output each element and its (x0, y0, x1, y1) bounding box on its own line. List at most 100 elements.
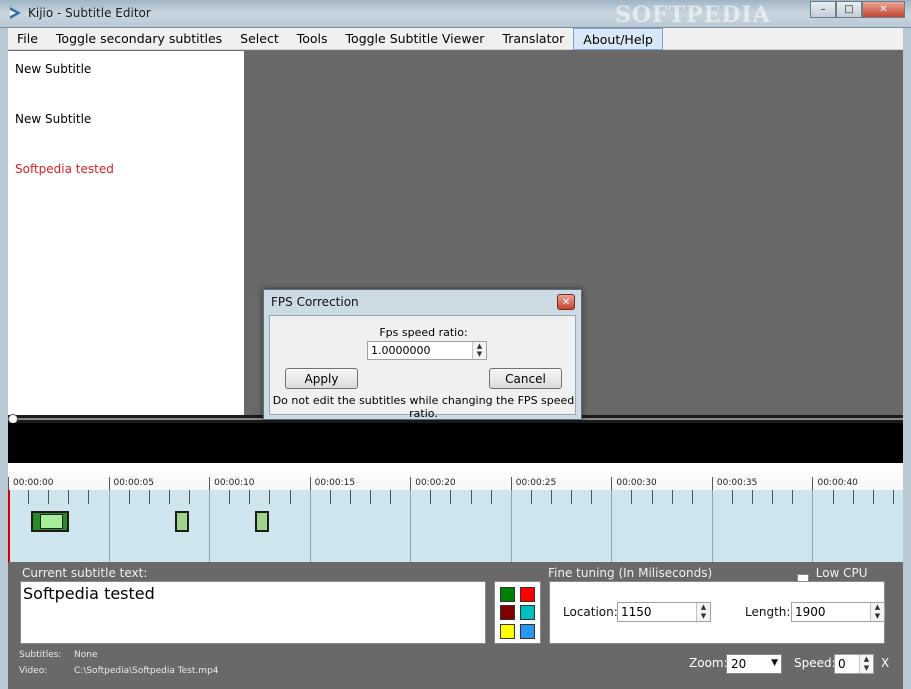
timeline-major-tick (812, 477, 814, 490)
timeline-minor-tick (48, 490, 50, 504)
length-stepper[interactable]: 1900 ▲ ▼ (791, 602, 885, 622)
timeline-minor-tick (571, 490, 573, 504)
audio-waveform-area (8, 423, 903, 463)
location-label: Location: (563, 605, 618, 619)
fps-ratio-value: 1.0000000 (371, 344, 431, 357)
timeline-minor-tick (490, 490, 492, 504)
timeline-gridline (108, 490, 110, 562)
zoom-select[interactable]: 20 ▼ (726, 654, 782, 674)
timeline-subtitle-block[interactable] (174, 511, 189, 532)
timeline-label: 00:00:20 (415, 478, 456, 488)
subtitle-list-item[interactable]: New Subtitle (15, 112, 91, 126)
current-subtitle-textbox[interactable]: Softpedia tested (20, 581, 486, 644)
subtitle-list-item[interactable]: New Subtitle (15, 62, 91, 76)
timeline-minor-tick (329, 490, 331, 504)
timeline-major-tick (611, 477, 613, 490)
dialog-close-button[interactable]: ✕ (557, 294, 575, 310)
timeline-minor-tick (631, 490, 633, 504)
speed-stepper[interactable]: 0 ▲ ▼ (834, 654, 874, 674)
speed-value: 0 (838, 657, 846, 671)
color-swatch-yellow[interactable] (500, 624, 515, 639)
subtitle-list[interactable]: New Subtitle New Subtitle Softpedia test… (8, 51, 244, 415)
timeline-minor-tick (229, 490, 231, 504)
timeline-gridline (711, 490, 713, 562)
timeline-gridline (812, 490, 814, 562)
timeline-ruler: 00:00:00 00:00:05 00:00:10 00:00:15 00:00:20… (8, 463, 903, 490)
title-bar: Kijio - Subtitle Editor SOFTPEDIA – □ ✕ (0, 0, 911, 28)
timeline-gridline (510, 490, 512, 562)
color-swatch-maroon[interactable] (500, 605, 515, 620)
timeline-major-tick (108, 477, 110, 490)
color-swatch-teal[interactable] (520, 605, 535, 620)
length-stepper-arrows[interactable]: ▲ ▼ (870, 603, 884, 621)
timeline[interactable]: 00:00:00 00:00:05 00:00:10 00:00:15 00:00:20… (8, 463, 903, 562)
timeline-label: 00:00:05 (113, 478, 154, 488)
maximize-button[interactable]: □ (836, 1, 862, 18)
app-logo-icon (10, 7, 21, 19)
subtitles-file-label: Subtitles: (19, 650, 62, 660)
timeline-minor-tick (168, 490, 170, 504)
location-value: 1150 (621, 605, 652, 619)
length-value: 1900 (795, 605, 826, 619)
menu-select[interactable]: Select (231, 28, 288, 50)
fine-tuning-panel: Location: 1150 ▲ ▼ Length: 1900 ▲ ▼ (549, 581, 885, 644)
timeline-major-tick (309, 477, 311, 490)
apply-button[interactable]: Apply (285, 368, 358, 389)
timeline-minor-tick (88, 490, 90, 504)
timeline-gridline (309, 490, 311, 562)
menu-toggle-secondary-subtitles[interactable]: Toggle secondary subtitles (47, 28, 231, 50)
color-swatch-green[interactable] (500, 587, 515, 602)
timeline-major-tick (510, 477, 512, 490)
timeline-minor-tick (370, 490, 372, 504)
menu-about-help[interactable]: About/Help (573, 28, 663, 50)
fps-ratio-stepper-arrows[interactable]: ▲ ▼ (472, 342, 486, 359)
dialog-warning-note: Do not edit the subtitles while changing… (272, 394, 575, 420)
location-stepper-arrows[interactable]: ▲ ▼ (696, 603, 710, 621)
speed-stepper-arrows[interactable]: ▲ ▼ (859, 655, 873, 673)
menu-tools[interactable]: Tools (288, 28, 337, 50)
timeline-label: 00:00:30 (616, 478, 657, 488)
color-swatch-blue[interactable] (520, 624, 535, 639)
timeline-label: 00:00:00 (13, 478, 54, 488)
timeline-minor-tick (189, 490, 190, 504)
color-palette (494, 581, 541, 644)
fps-ratio-stepper[interactable]: 1.0000000 ▲ ▼ (367, 341, 487, 360)
zoom-label: Zoom: (689, 656, 728, 670)
window-frame-right (903, 28, 911, 689)
timeline-major-tick (410, 477, 412, 490)
bottom-panel: Current subtitle text: Softpedia tested … (8, 562, 903, 689)
fps-ratio-label: Fps speed ratio: (379, 326, 468, 339)
timeline-minor-tick (591, 490, 593, 504)
chevron-down-icon: ▼ (771, 658, 778, 668)
menu-translator[interactable]: Translator (493, 28, 573, 50)
playhead[interactable] (8, 490, 10, 562)
timeline-label: 00:00:25 (515, 478, 557, 488)
timeline-minor-tick (551, 490, 553, 504)
menu-file[interactable]: File (8, 28, 47, 50)
timeline-track[interactable] (8, 490, 903, 562)
timeline-minor-tick (852, 490, 854, 504)
menu-toggle-subtitle-viewer[interactable]: Toggle Subtitle Viewer (337, 28, 494, 50)
color-swatch-red[interactable] (520, 587, 535, 602)
location-stepper[interactable]: 1150 ▲ ▼ (617, 602, 711, 622)
timeline-minor-tick (269, 490, 271, 504)
timeline-minor-tick (249, 490, 251, 504)
close-panel-button[interactable]: X (881, 656, 889, 670)
timeline-label: 00:00:10 (214, 478, 255, 488)
minimize-button[interactable]: – (810, 1, 836, 18)
menu-bar: File Toggle secondary subtitles Select T… (8, 28, 903, 50)
timeline-minor-tick (470, 490, 472, 504)
dialog-body: Fps speed ratio: 1.0000000 ▲ ▼ Apply Canc… (269, 315, 576, 420)
video-file-value: C:\Softpedia\Softpedia Test.mp4 (74, 666, 219, 676)
zoom-value: 20 (731, 657, 747, 671)
timeline-minor-tick (289, 490, 291, 504)
timeline-gridline (410, 490, 412, 562)
timeline-major-tick (8, 477, 9, 490)
cancel-button[interactable]: Cancel (489, 368, 562, 389)
close-window-button[interactable]: ✕ (862, 1, 905, 18)
subtitle-list-item-selected[interactable]: Softpedia tested (15, 162, 114, 176)
timeline-subtitle-block[interactable] (255, 511, 270, 532)
timeline-minor-tick (148, 490, 150, 504)
timeline-minor-tick (832, 490, 834, 504)
timeline-subtitle-block-selected[interactable] (31, 511, 70, 532)
